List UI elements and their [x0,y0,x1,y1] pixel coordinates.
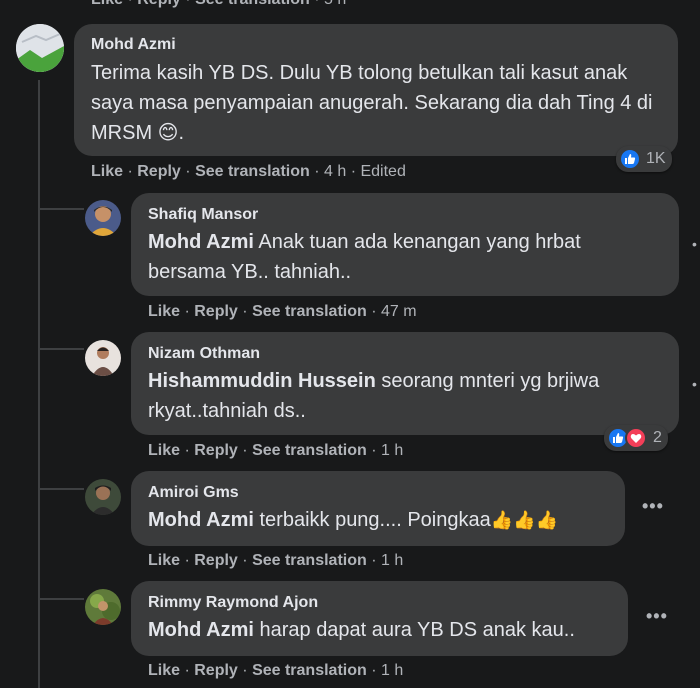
like-link[interactable]: Like [91,0,123,8]
avatar-image [85,589,121,625]
smile-emoji: 😊 [157,122,179,144]
like-link[interactable]: Like [148,552,180,569]
reply-bubble: Amiroi Gms Mohd Azmi terbaikk pung.... P… [131,471,625,546]
reaction-count: 1K [646,150,666,167]
timestamp[interactable]: 1 h [381,552,403,569]
reply-actions: Like · Reply · See translation · 1 h [148,442,404,459]
thumbs-up-emoji: 👍👍👍 [490,510,558,530]
reply-link[interactable]: Reply [194,662,238,679]
reply-link[interactable]: Reply [194,303,238,320]
reply-actions: Like · Reply · See translation · 47 m [148,303,417,320]
reply-text: Mohd Azmi harap dapat aura YB DS anak ka… [148,619,575,641]
reply-bubble: Shafiq Mansor Mohd Azmi Anak tuan ada ke… [131,193,679,296]
avatar-image [85,479,121,515]
avatar-image [16,24,64,72]
comment-author[interactable]: Mohd Azmi [91,35,662,55]
more-options-icon[interactable]: ••• [642,496,664,517]
avatar[interactable] [85,340,121,376]
mention-link[interactable]: Mohd Azmi [148,509,254,531]
reply-author[interactable]: Shafiq Mansor [148,205,663,225]
timestamp[interactable]: 4 h [324,163,346,180]
like-icon [619,148,641,170]
reply-text: Mohd Azmi Anak tuan ada kenangan yang hr… [148,231,581,283]
comment-actions: Like · Reply · See translation · 4 h · E… [91,163,406,180]
previous-comment-actions: Like · Reply · See translation · 5 h [91,0,346,9]
reaction-count: 2 [653,429,662,446]
timestamp[interactable]: 1 h [381,662,403,679]
see-translation-link[interactable]: See translation [195,163,310,180]
love-icon [625,427,647,449]
reply-actions: Like · Reply · See translation · 1 h [148,662,404,679]
timestamp[interactable]: 47 m [381,303,417,320]
mention-link[interactable]: Mohd Azmi [148,231,254,253]
see-translation-link[interactable]: See translation [195,0,310,8]
avatar[interactable] [16,24,64,72]
comment-bubble: Mohd Azmi Terima kasih YB DS. Dulu YB to… [74,24,678,156]
mention-link[interactable]: Mohd Azmi [148,619,254,641]
avatar[interactable] [85,589,121,625]
avatar-image [85,200,121,236]
reply-author[interactable]: Amiroi Gms [148,483,609,503]
reply-bubble: Rimmy Raymond Ajon Mohd Azmi harap dapat… [131,581,628,656]
thread-connector [38,208,84,210]
edited-label: Edited [360,163,406,180]
see-translation-link[interactable]: See translation [252,552,367,569]
timestamp[interactable]: 5 h [324,0,346,8]
like-link[interactable]: Like [148,662,180,679]
see-translation-link[interactable]: See translation [252,442,367,459]
reply-link[interactable]: Reply [137,0,181,8]
like-link[interactable]: Like [148,303,180,320]
avatar[interactable] [85,200,121,236]
reply-text: Mohd Azmi terbaikk pung.... Poingkaa👍👍👍 [148,509,558,531]
reply-bubble: Nizam Othman Hishammuddin Hussein seoran… [131,332,679,435]
like-link[interactable]: Like [148,442,180,459]
see-translation-link[interactable]: See translation [252,303,367,320]
avatar-image [85,340,121,376]
see-translation-link[interactable]: See translation [252,662,367,679]
reply-link[interactable]: Reply [194,442,238,459]
reply-link[interactable]: Reply [194,552,238,569]
mention-link[interactable]: Hishammuddin Hussein [148,370,376,392]
timestamp[interactable]: 1 h [381,442,403,459]
thread-connector [38,488,84,490]
like-link[interactable]: Like [91,163,123,180]
reply-text: Hishammuddin Hussein seorang mnteri yg b… [148,370,600,422]
reply-actions: Like · Reply · See translation · 1 h [148,552,404,569]
thread-line-main [38,80,40,688]
reply-link[interactable]: Reply [137,163,181,180]
thread-connector [38,598,84,600]
reaction-summary[interactable]: 2 [604,425,668,451]
more-options-icon[interactable]: ••• [646,606,668,627]
comment-text: Terima kasih YB DS. Dulu YB tolong betul… [91,62,653,144]
reaction-summary[interactable]: 1K [616,146,672,172]
more-options-icon[interactable]: • [692,376,700,392]
avatar[interactable] [85,479,121,515]
thread-connector [38,348,84,350]
reply-author[interactable]: Nizam Othman [148,344,663,364]
reply-author[interactable]: Rimmy Raymond Ajon [148,593,612,613]
more-options-icon[interactable]: • [692,236,700,252]
